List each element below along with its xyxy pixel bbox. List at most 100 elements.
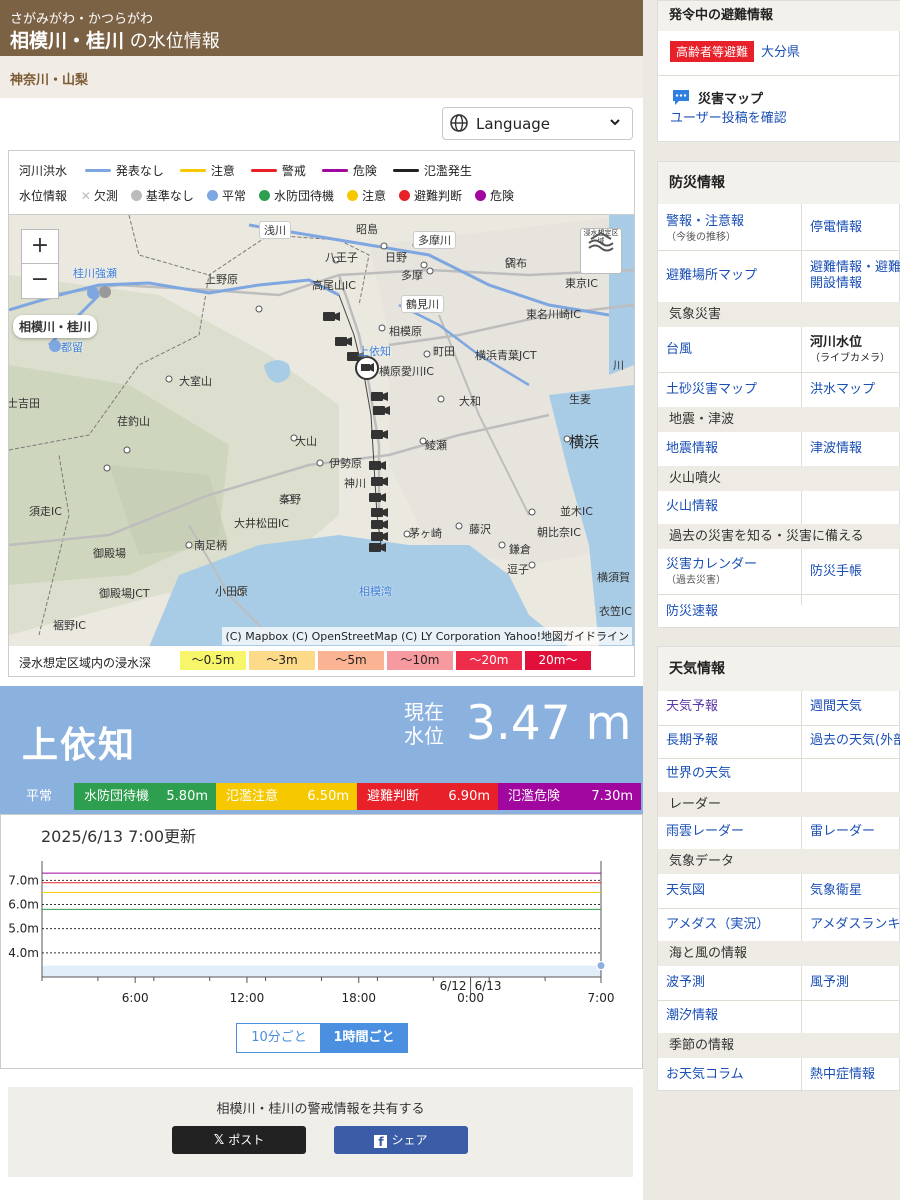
legend-item-label: 氾濫発生	[423, 164, 472, 178]
section-volcano: 火山噴火	[658, 466, 900, 491]
disaster-alerts-link[interactable]: 防災速報	[666, 604, 718, 620]
threshold-band: 平常	[16, 783, 74, 810]
legend-item-label: 注意	[210, 164, 235, 178]
area-label[interactable]: 神奈川・山梨	[10, 69, 88, 88]
landslide-map-link[interactable]: 土砂災害マップ	[666, 382, 757, 398]
world-weather-link[interactable]: 世界の天気	[666, 766, 731, 782]
current-water-level: 3.47 m	[466, 696, 632, 751]
evacuation-badge[interactable]: 高齢者等避難	[670, 41, 755, 62]
water-level-legend-item: 避難判断	[398, 187, 466, 204]
map-place-label: 大室山	[179, 375, 212, 388]
weekly-weather-link[interactable]: 週間天気	[810, 699, 862, 715]
depth-scale-cell: 〜10m	[387, 651, 453, 670]
depth-scale-cell: 〜0.5m	[180, 651, 246, 670]
facebook-logo-icon: f	[374, 1135, 388, 1149]
interval-10min-button[interactable]: 10分ごと	[236, 1023, 322, 1053]
water-level-legend-item: ✕ 欠測	[81, 187, 122, 204]
weather-map-link[interactable]: 天気図	[666, 883, 705, 899]
legend-item-label: 警戒	[281, 164, 306, 178]
threshold-band: 避難判断 6.90m	[357, 783, 498, 810]
map-place-label: 生麦	[569, 393, 591, 406]
section-sea-wind: 海と風の情報	[658, 941, 900, 966]
amedas-ranking-link[interactable]: アメダスランキング	[810, 917, 900, 933]
wind-forecast-link[interactable]: 風予測	[810, 975, 849, 991]
map-place-label: 神川	[344, 477, 366, 490]
station-name: 上依知	[22, 725, 137, 766]
section-weather-data: 気象データ	[658, 849, 900, 874]
heatstroke-info-link[interactable]: 熱中症情報	[810, 1067, 875, 1083]
power-outage-link[interactable]: 停電情報	[810, 220, 862, 236]
threshold-band-name: 避難判断	[367, 789, 420, 804]
map-place-label: 都留	[61, 341, 83, 354]
river-flood-legend: 河川洪水 発表なし 注意 警戒 危険 氾濫発生	[19, 162, 492, 180]
river-name-label: 多摩川	[413, 231, 456, 249]
legend-dot-swatch	[258, 190, 270, 201]
x-tick-label: 6:00	[122, 991, 149, 1005]
earthquake-info-link[interactable]: 地震情報	[666, 441, 718, 457]
map-place-label: 大和	[459, 395, 481, 408]
map-place-label: 小田原	[215, 585, 248, 598]
river-map[interactable]: + − 浅川 昭島 多摩川 八王子 日野 調布 桂川強瀬 上野原 多摩 高尾山IC 東京IC 鶴見川相…	[8, 214, 635, 648]
user-posts-link[interactable]: ユーザー投稿を確認	[670, 111, 787, 127]
zoom-in-button[interactable]: +	[21, 229, 59, 265]
shelter-map-link[interactable]: 避難場所マップ	[666, 268, 757, 284]
water-level-legend-items: ✕ 欠測 基準なし 平常 水防団待機 注意 避難判断 危険	[81, 187, 527, 204]
map-attribution[interactable]: (C) Mapbox (C) OpenStreetMap (C) LY Corp…	[222, 627, 632, 645]
flood-area-toggle-button[interactable]: 浸水想定区域	[580, 228, 622, 274]
current-level-point	[596, 961, 606, 971]
weather-forecast-link[interactable]: 天気予報	[666, 699, 718, 715]
divider	[658, 908, 900, 909]
section-past-disasters: 過去の災害を知る・災害に備える	[658, 524, 900, 549]
rain-radar-link[interactable]: 雨雲レーダー	[666, 824, 744, 840]
river-flood-legend-item: 注意	[179, 162, 239, 179]
facebook-share-button[interactable]: f シェア	[334, 1126, 468, 1154]
wave-forecast-link[interactable]: 波予測	[666, 975, 705, 991]
interval-hourly-button[interactable]: 1時間ごと	[320, 1023, 408, 1053]
evacuation-info-link[interactable]: 避難情報・避難所開設情報	[810, 260, 900, 292]
map-place-label: 綾瀬	[425, 439, 447, 452]
divider	[658, 594, 900, 595]
disaster-info-title: 防災情報	[658, 162, 900, 204]
water-level-graph: 2025/6/13 7:00更新 7.0m 6.0m 5.0m 4.0m 6:00 12:…	[0, 814, 643, 1069]
map-place-label: 須走IC	[29, 505, 62, 518]
disaster-handbook-link[interactable]: 防災手帳	[810, 564, 862, 580]
river-flood-legend-title: 河川洪水	[19, 164, 68, 178]
typhoon-link[interactable]: 台風	[666, 342, 692, 358]
threshold-band-value: 5.80m	[166, 789, 208, 804]
hazard-map-title[interactable]: 災害マップ	[698, 88, 763, 107]
lightning-radar-link[interactable]: 雷レーダー	[810, 824, 875, 840]
long-range-forecast-link[interactable]: 長期予報	[666, 733, 718, 749]
zoom-out-button[interactable]: −	[21, 263, 59, 299]
threshold-band: 氾濫危険 7.30m	[498, 783, 641, 810]
map-place-label: 高尾山IC	[312, 279, 356, 292]
map-place-label: 多摩	[401, 269, 423, 282]
tsunami-info-link[interactable]: 津波情報	[810, 441, 862, 457]
map-place-label: 荏釣山	[117, 415, 150, 428]
flood-map-link[interactable]: 洪水マップ	[810, 382, 875, 398]
tide-info-link[interactable]: 潮汐情報	[666, 1008, 718, 1024]
current-level-label: 現在 水位	[404, 700, 444, 748]
map-place-label: 朝比奈IC	[537, 526, 581, 539]
map-place-label: 横浜青葉JCT	[475, 349, 537, 362]
amedas-link[interactable]: アメダス（実況）	[666, 917, 769, 933]
map-place-label: 茅ヶ崎	[409, 527, 442, 540]
volcano-info-link[interactable]: 火山情報	[666, 499, 718, 515]
language-select[interactable]: Language	[442, 107, 633, 140]
satellite-link[interactable]: 気象衛星	[810, 883, 862, 899]
disaster-calendar-link[interactable]: 災害カレンダー （過去災害）	[666, 557, 757, 589]
disaster-info-box: 防災情報 警報・注意報（今後の推移） 停電情報 避難場所マップ 避難情報・避難所…	[657, 161, 900, 628]
evacuation-place-link[interactable]: 大分県	[761, 45, 800, 61]
selected-river-label[interactable]: 相模川・桂川	[13, 315, 98, 338]
legend-item-label: 避難判断	[413, 189, 462, 203]
past-weather-link[interactable]: 過去の天気(外部サイト)	[810, 733, 900, 749]
evacuation-title: 発令中の避難情報	[658, 1, 900, 31]
river-level-link[interactable]: 河川水位 （ライブカメラ）	[810, 335, 890, 367]
x-post-button[interactable]: 𝕏 ポスト	[172, 1126, 306, 1154]
threshold-band-value: 6.90m	[448, 789, 490, 804]
divider	[658, 1000, 900, 1001]
map-place-label: 東名川崎IC	[526, 308, 581, 321]
map-place-label: 横須賀	[597, 571, 630, 584]
warnings-link[interactable]: 警報・注意報 （今後の推移）	[666, 214, 744, 246]
y-tick-label: 5.0m	[8, 922, 39, 936]
weather-column-link[interactable]: お天気コラム	[666, 1067, 744, 1083]
